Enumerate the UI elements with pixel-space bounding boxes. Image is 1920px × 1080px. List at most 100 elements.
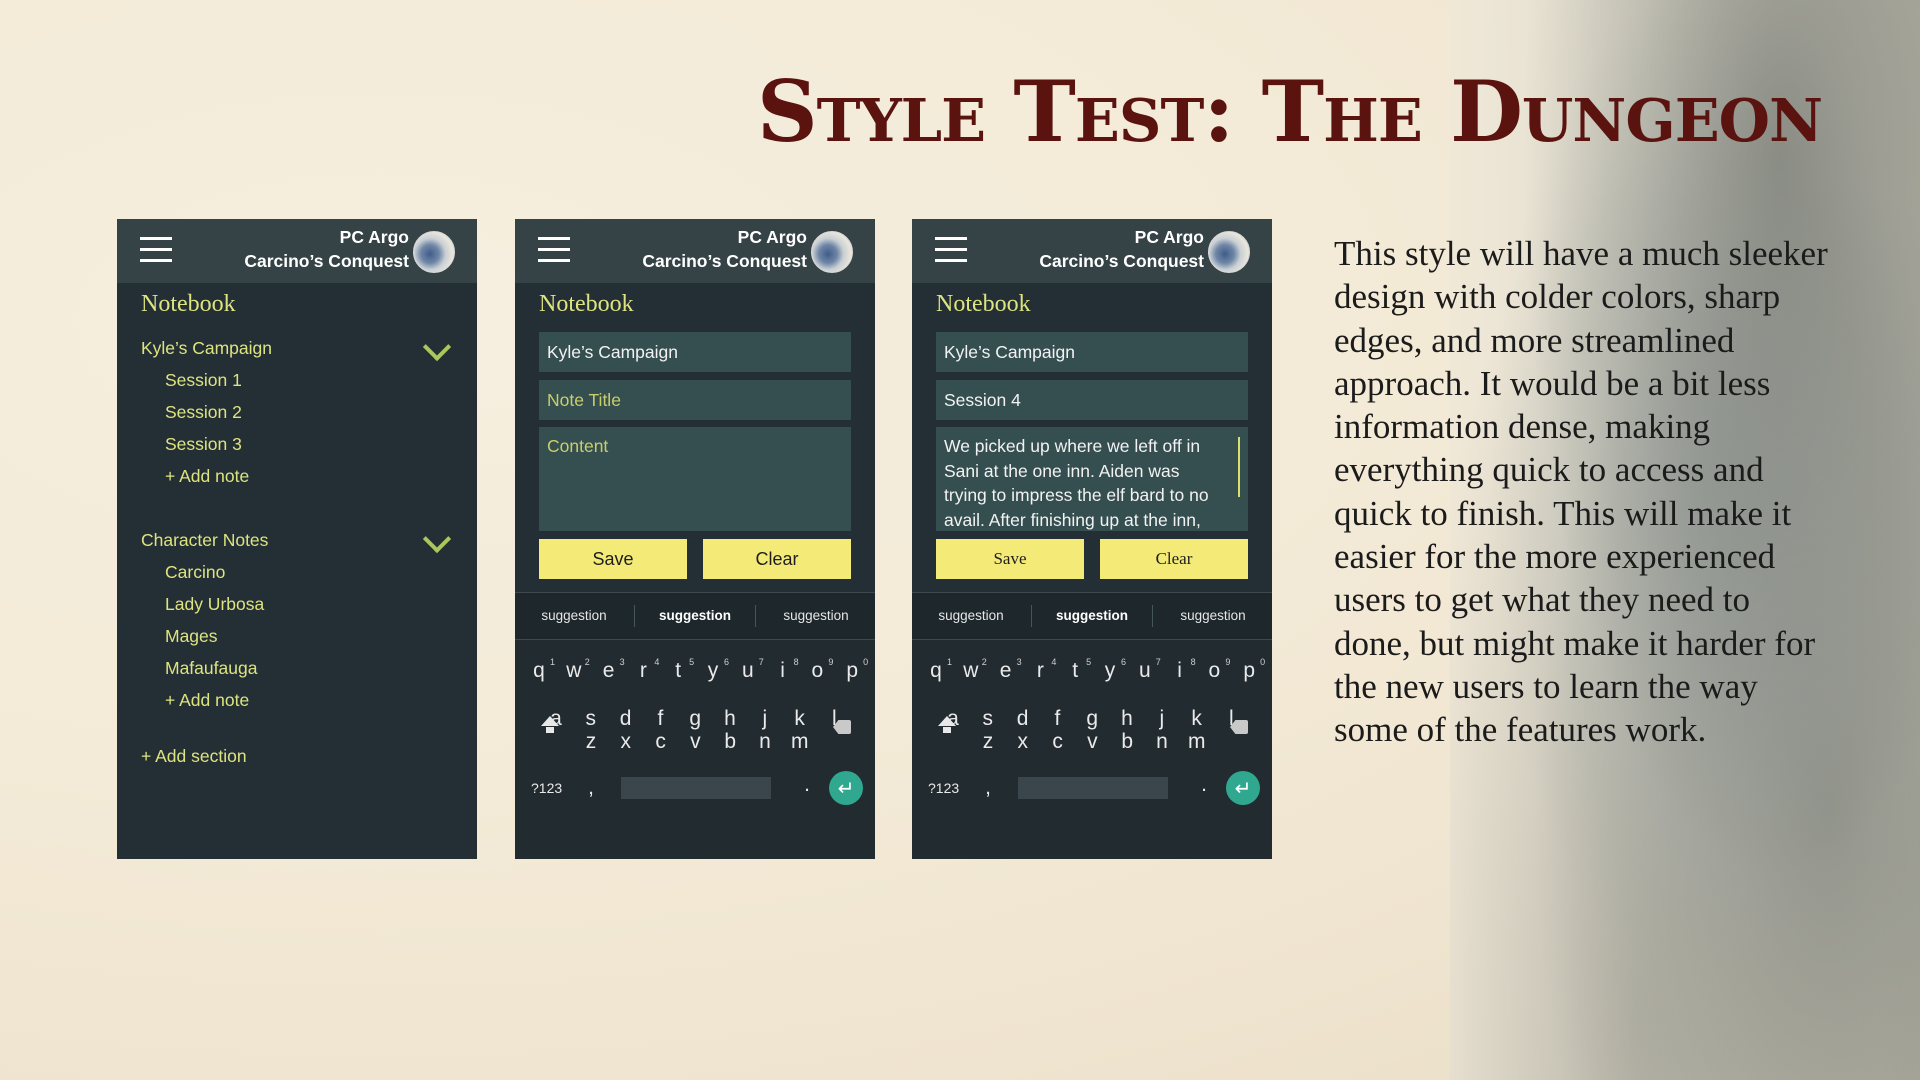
campaign-select[interactable]: Kyle’s Campaign xyxy=(936,332,1248,372)
key-z[interactable]: z xyxy=(974,727,1002,757)
suggestion[interactable]: suggestion xyxy=(515,593,633,639)
chevron-down-icon[interactable] xyxy=(422,524,452,554)
key-v[interactable]: v xyxy=(681,727,709,757)
shift-icon-base xyxy=(943,727,951,733)
suggestion[interactable]: suggestion xyxy=(1033,593,1151,639)
key-i[interactable]: i8 xyxy=(1166,656,1195,686)
key-m[interactable]: m xyxy=(1183,727,1211,757)
key-w[interactable]: w2 xyxy=(957,656,987,686)
key-m[interactable]: m xyxy=(786,727,814,757)
suggestion[interactable]: suggestion xyxy=(636,593,754,639)
note-content-input[interactable]: We picked up where we left off in Sani a… xyxy=(936,427,1248,531)
key-hint: 6 xyxy=(1120,657,1126,667)
space-key[interactable] xyxy=(1018,777,1168,799)
suggestion[interactable]: suggestion xyxy=(912,593,1030,639)
key-t[interactable]: t5 xyxy=(664,656,694,686)
menu-icon[interactable] xyxy=(140,237,172,263)
suggestion[interactable]: suggestion xyxy=(1154,593,1272,639)
user-name: PC Argo xyxy=(1134,227,1204,247)
section-kyles-campaign[interactable]: Kyle’s Campaign xyxy=(141,338,272,359)
avatar[interactable] xyxy=(413,231,455,273)
phone-notebook-list: PC Argo Carcino’s Conquest Notebook Kyle… xyxy=(117,219,477,859)
scrollbar[interactable] xyxy=(1238,437,1240,497)
key-label: e xyxy=(999,659,1012,682)
enter-icon[interactable]: ↵ xyxy=(829,771,863,805)
key-label: i xyxy=(780,659,785,682)
key-r[interactable]: r4 xyxy=(1026,656,1057,686)
key-b[interactable]: b xyxy=(716,727,744,757)
symbols-key[interactable]: ?123 xyxy=(928,780,959,796)
key-n[interactable]: n xyxy=(1148,727,1176,757)
note-session-1[interactable]: Session 1 xyxy=(165,370,242,391)
period-key[interactable]: . xyxy=(1190,770,1218,800)
note-title-input[interactable]: Note Title xyxy=(539,380,851,420)
period-key[interactable]: . xyxy=(793,770,821,800)
note-session-2[interactable]: Session 2 xyxy=(165,402,242,423)
symbols-key[interactable]: ?123 xyxy=(531,780,562,796)
menu-icon[interactable] xyxy=(935,237,967,263)
key-hint: 9 xyxy=(828,657,834,667)
key-u[interactable]: u7 xyxy=(1131,656,1161,686)
avatar[interactable] xyxy=(1208,231,1250,273)
clear-button[interactable]: Clear xyxy=(703,539,851,579)
key-e[interactable]: e3 xyxy=(992,656,1022,686)
add-note-button[interactable]: + Add note xyxy=(165,466,249,487)
key-label: i xyxy=(1177,659,1182,682)
key-y[interactable]: y6 xyxy=(1096,656,1126,686)
key-hint: 0 xyxy=(863,657,869,667)
note-carcino[interactable]: Carcino xyxy=(165,562,225,583)
user-block: PC Argo Carcino’s Conquest xyxy=(1039,225,1204,273)
key-o[interactable]: o9 xyxy=(1200,656,1231,686)
key-p[interactable]: p0 xyxy=(838,656,868,686)
shift-icon[interactable] xyxy=(938,716,956,726)
key-i[interactable]: i8 xyxy=(769,656,798,686)
note-mages[interactable]: Mages xyxy=(165,626,218,647)
menu-icon[interactable] xyxy=(538,237,570,263)
key-c[interactable]: c xyxy=(647,727,675,757)
key-q[interactable]: q1 xyxy=(525,656,555,686)
shift-icon[interactable] xyxy=(541,716,559,726)
campaign-name: Carcino’s Conquest xyxy=(642,251,807,271)
key-x[interactable]: x xyxy=(612,727,640,757)
comma-key[interactable]: , xyxy=(974,773,1002,803)
key-p[interactable]: p0 xyxy=(1235,656,1265,686)
key-n[interactable]: n xyxy=(751,727,779,757)
note-lady-urbosa[interactable]: Lady Urbosa xyxy=(165,594,264,615)
save-button[interactable]: Save xyxy=(539,539,687,579)
suggestion[interactable]: suggestion xyxy=(757,593,875,639)
key-label: q xyxy=(533,659,545,682)
key-label: w xyxy=(963,659,979,682)
space-key[interactable] xyxy=(621,777,771,799)
divider xyxy=(1031,605,1032,627)
campaign-select[interactable]: Kyle’s Campaign xyxy=(539,332,851,372)
avatar[interactable] xyxy=(811,231,853,273)
add-section-button[interactable]: + Add section xyxy=(141,746,247,767)
key-b[interactable]: b xyxy=(1113,727,1141,757)
note-session-3[interactable]: Session 3 xyxy=(165,434,242,455)
key-v[interactable]: v xyxy=(1078,727,1106,757)
key-o[interactable]: o9 xyxy=(803,656,834,686)
note-mafaufauga[interactable]: Mafaufauga xyxy=(165,658,257,679)
section-character-notes[interactable]: Character Notes xyxy=(141,530,268,551)
key-x[interactable]: x xyxy=(1009,727,1037,757)
key-c[interactable]: c xyxy=(1044,727,1072,757)
key-label: r xyxy=(639,659,647,682)
key-w[interactable]: w2 xyxy=(560,656,590,686)
add-note-button[interactable]: + Add note xyxy=(165,690,249,711)
key-r[interactable]: r4 xyxy=(629,656,660,686)
notebook-title: Notebook xyxy=(141,291,236,317)
save-button[interactable]: Save xyxy=(936,539,1084,579)
key-t[interactable]: t5 xyxy=(1061,656,1091,686)
clear-button[interactable]: Clear xyxy=(1100,539,1248,579)
key-z[interactable]: z xyxy=(577,727,605,757)
key-y[interactable]: y6 xyxy=(699,656,729,686)
chevron-down-icon[interactable] xyxy=(422,332,452,362)
key-q[interactable]: q1 xyxy=(922,656,952,686)
note-title-input[interactable]: Session 4 xyxy=(936,380,1248,420)
campaign-name: Carcino’s Conquest xyxy=(244,251,409,271)
enter-icon[interactable]: ↵ xyxy=(1226,771,1260,805)
key-u[interactable]: u7 xyxy=(734,656,764,686)
note-content-input[interactable]: Content xyxy=(539,427,851,531)
key-e[interactable]: e3 xyxy=(595,656,625,686)
comma-key[interactable]: , xyxy=(577,773,605,803)
